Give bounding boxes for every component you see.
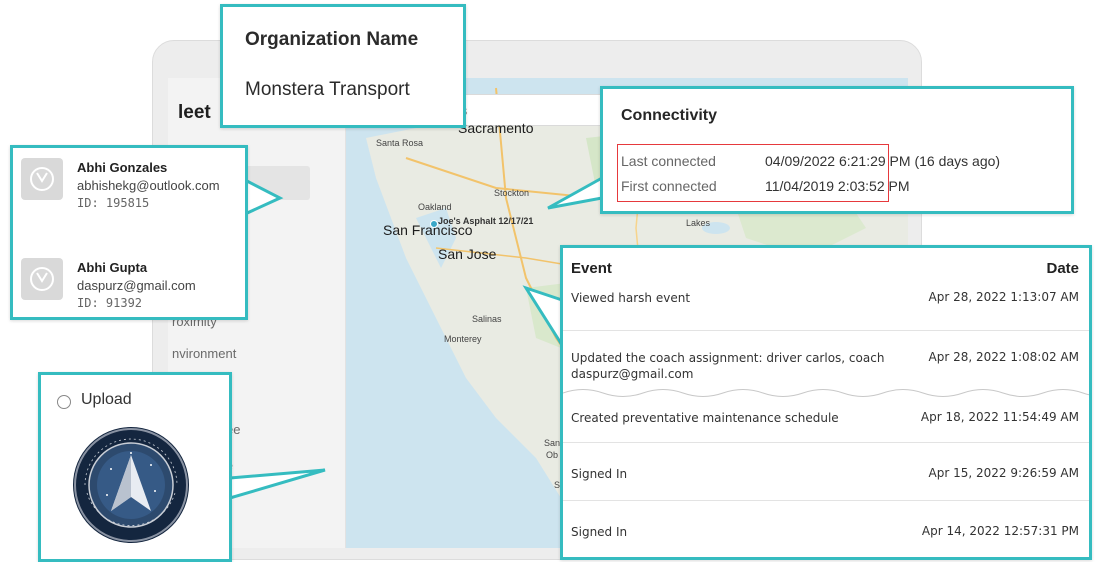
user-email: abhishekg@outlook.com: [77, 178, 220, 193]
user-name: Abhi Gonzales: [77, 160, 168, 175]
row-divider: [563, 330, 1089, 331]
first-connected-value: 11/04/2019 2:03:52 PM: [765, 178, 910, 194]
user-placeholder-icon: [30, 267, 54, 291]
upload-label[interactable]: Upload: [81, 391, 132, 409]
organization-callout: Organization Name Monstera Transport: [220, 4, 466, 128]
event-text: Created preventative maintenance schedul…: [571, 411, 839, 425]
user-card[interactable]: Abhi Gupta daspurz@gmail.com ID: 91392: [13, 254, 243, 324]
space-force-seal-icon: [73, 427, 189, 543]
event-text: Viewed harsh event: [571, 291, 691, 305]
user-card[interactable]: Abhi Gonzales abhishekg@outlook.com ID: …: [13, 154, 243, 224]
event-date: Apr 15, 2022 9:26:59 AM: [928, 466, 1079, 480]
last-connected-label: Last connected: [621, 153, 716, 169]
event-date: Apr 28, 2022 1:13:07 AM: [928, 290, 1079, 304]
event-date: Apr 28, 2022 1:08:02 AM: [928, 350, 1079, 364]
event-date: Apr 18, 2022 11:54:49 AM: [920, 410, 1079, 424]
row-divider: [563, 442, 1089, 443]
users-callout: Abhi Gonzales abhishekg@outlook.com ID: …: [10, 145, 248, 320]
event-text: Updated the coach assignment: driver car…: [571, 351, 885, 381]
first-connected-label: First connected: [621, 178, 717, 194]
user-id: ID: 91392: [77, 296, 143, 310]
organization-name-value: Monstera Transport: [245, 79, 410, 100]
user-id: ID: 195815: [77, 196, 150, 210]
upload-radio[interactable]: [57, 395, 71, 409]
event-column-header[interactable]: Event: [571, 260, 612, 277]
user-placeholder-icon: [30, 167, 54, 191]
upload-callout: Upload: [38, 372, 232, 562]
event-text: Signed In: [571, 467, 628, 481]
last-connected-value: 04/09/2022 6:21:29 PM (16 days ago): [765, 153, 1001, 169]
date-column-header[interactable]: Date: [1046, 260, 1079, 277]
last-connected-row: Last connected 04/09/2022 6:21:29 PM (16 …: [621, 153, 1000, 169]
user-name: Abhi Gupta: [77, 260, 148, 275]
user-email: daspurz@gmail.com: [77, 278, 196, 293]
connectivity-callout: Connectivity Last connected 04/09/2022 6:…: [600, 86, 1074, 214]
connectivity-title: Connectivity: [621, 107, 718, 124]
first-connected-row: First connected 11/04/2019 2:03:52 PM: [621, 178, 910, 194]
event-log-callout: Event Date Viewed harsh event Apr 28, 20…: [560, 245, 1092, 560]
event-table-header: Event Date: [563, 248, 1089, 284]
avatar: [21, 158, 63, 200]
row-divider: [563, 500, 1089, 501]
truncation-wave: [563, 389, 1089, 397]
event-text: Signed In: [571, 525, 628, 539]
event-date: Apr 14, 2022 12:57:31 PM: [921, 524, 1079, 538]
avatar: [21, 258, 63, 300]
organization-name-label: Organization Name: [245, 29, 419, 50]
